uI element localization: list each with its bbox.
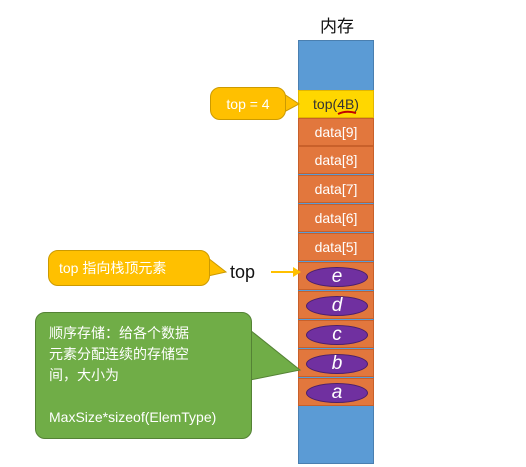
callout-tail-top-value bbox=[283, 93, 300, 113]
top-cell-label: top(4B) bbox=[313, 96, 359, 112]
memory-title: 内存 bbox=[320, 17, 354, 36]
top-cell: top(4B) bbox=[298, 90, 374, 118]
data-cell-7: data[7] bbox=[298, 175, 374, 203]
storage-formula: MaxSize*sizeof(ElemType) bbox=[49, 409, 217, 425]
top-pointer-label: top bbox=[230, 262, 256, 282]
data-cell-label: data[7] bbox=[314, 181, 358, 197]
data-cell-label: data[8] bbox=[314, 152, 358, 168]
data-cell-9: data[9] bbox=[298, 118, 374, 146]
element-d: d bbox=[306, 295, 368, 316]
element-cell-a: a bbox=[298, 378, 374, 406]
element-cell-b: b bbox=[298, 349, 374, 377]
element-e: e bbox=[306, 266, 368, 287]
element-cell-e: e bbox=[298, 262, 374, 290]
element-c: c bbox=[306, 324, 368, 345]
top-pointer-callout: top 指向栈顶元素 bbox=[48, 250, 210, 286]
top-value-text: top = 4 bbox=[226, 95, 270, 112]
storage-text-line3: 间，大小为 bbox=[49, 367, 119, 383]
element-cell-d: d bbox=[298, 291, 374, 319]
data-cell-6: data[6] bbox=[298, 204, 374, 232]
data-cell-label: data[9] bbox=[314, 124, 358, 140]
data-cell-label: data[6] bbox=[314, 210, 358, 226]
data-cell-label: data[5] bbox=[314, 239, 358, 255]
storage-callout: 顺序存储：给各个数据 元素分配连续的存储空 间，大小为 MaxSize*size… bbox=[35, 312, 252, 439]
data-cell-5: data[5] bbox=[298, 233, 374, 261]
element-a: a bbox=[306, 382, 368, 403]
callout-tail-storage bbox=[249, 328, 302, 381]
storage-text-line2: 元素分配连续的存储空 bbox=[49, 346, 189, 362]
diagram-canvas: 内存 top(4B) data[9] data[8] data[7] data[… bbox=[0, 0, 526, 467]
callout-tail-top-pointer bbox=[207, 256, 228, 277]
top-value-callout: top = 4 bbox=[210, 87, 286, 120]
storage-text-line1: 顺序存储：给各个数据 bbox=[49, 325, 189, 341]
data-cell-8: data[8] bbox=[298, 146, 374, 174]
element-cell-c: c bbox=[298, 320, 374, 348]
element-b: b bbox=[306, 353, 368, 374]
top-pointer-text: top 指向栈顶元素 bbox=[59, 260, 167, 276]
